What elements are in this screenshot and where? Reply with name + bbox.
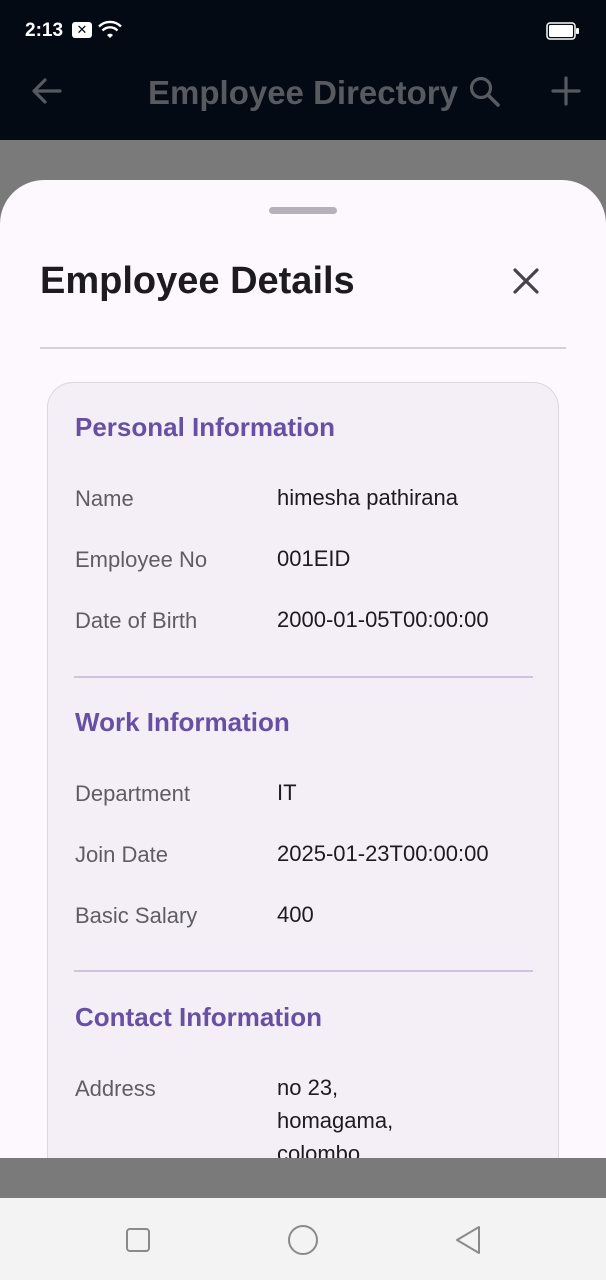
add-icon[interactable] (549, 74, 583, 108)
home-icon[interactable] (286, 1223, 320, 1257)
app-title: Employee Directory (148, 74, 458, 111)
address-line: colombo (277, 1141, 361, 1158)
system-nav-bar (0, 1198, 606, 1280)
app-bar: Employee Directory (0, 60, 606, 140)
status-time: 2:13 (25, 20, 64, 41)
search-icon[interactable] (467, 74, 501, 108)
label-name: Name (75, 486, 134, 511)
status-bar: 2:13 ✕ (0, 0, 606, 60)
section-title-personal: Personal Information (75, 412, 336, 442)
label-basic-salary: Basic Salary (75, 903, 198, 928)
label-join-date: Join Date (75, 842, 168, 867)
section-title-work: Work Information (75, 707, 290, 737)
wifi-icon (98, 20, 122, 38)
sheet-title: Employee Details (40, 260, 355, 302)
value-address: no 23, homagama, colombo (277, 1071, 393, 1158)
battery-icon (546, 22, 579, 40)
drag-handle[interactable] (269, 207, 337, 214)
label-department: Department (75, 781, 190, 806)
value-join-date: 2025-01-23T00:00:00 (277, 841, 489, 866)
recents-icon[interactable] (121, 1223, 155, 1257)
back-icon[interactable] (452, 1223, 486, 1257)
details-card: Personal Information Name himesha pathir… (47, 382, 559, 1158)
value-date-of-birth: 2000-01-05T00:00:00 (277, 607, 489, 632)
address-line: homagama, (277, 1108, 394, 1133)
section-divider (74, 676, 533, 678)
label-date-of-birth: Date of Birth (75, 608, 198, 633)
label-address: Address (75, 1076, 156, 1101)
section-title-contact: Contact Information (75, 1002, 322, 1032)
divider (40, 347, 566, 349)
address-line: no 23, (277, 1075, 339, 1100)
value-employee-no: 001EID (277, 546, 351, 571)
notification-icon: ✕ (72, 22, 92, 38)
value-department: IT (277, 780, 297, 805)
employee-details-sheet: Employee Details Personal Information Na… (0, 180, 606, 1158)
label-employee-no: Employee No (75, 547, 208, 572)
value-basic-salary: 400 (277, 902, 314, 927)
value-name: himesha pathirana (277, 485, 459, 510)
close-icon[interactable] (505, 260, 547, 302)
section-divider (74, 970, 533, 972)
